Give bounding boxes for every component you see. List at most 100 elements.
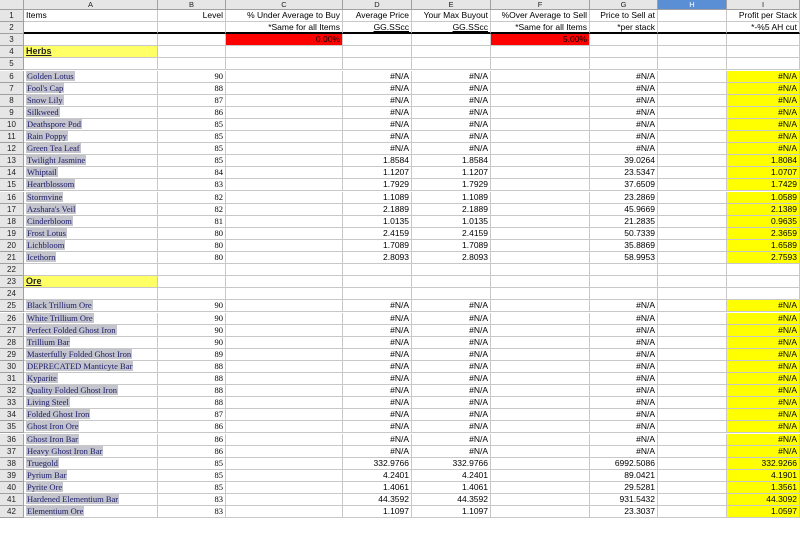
- cell[interactable]: [491, 82, 590, 95]
- item-average-price[interactable]: 1.1097: [343, 506, 412, 519]
- column-header-f[interactable]: F: [491, 0, 590, 10]
- cell[interactable]: [491, 94, 590, 107]
- cell[interactable]: [226, 360, 343, 373]
- cell[interactable]: [491, 457, 590, 470]
- cell[interactable]: [658, 276, 727, 289]
- cell[interactable]: [658, 70, 727, 83]
- row-number[interactable]: 26: [0, 312, 24, 325]
- column-header-d[interactable]: D: [343, 0, 412, 10]
- cell[interactable]: [590, 276, 658, 289]
- item-average-price[interactable]: #N/A: [343, 300, 412, 313]
- cell[interactable]: [226, 143, 343, 156]
- item-level[interactable]: 88: [158, 360, 226, 373]
- cell[interactable]: [226, 324, 343, 337]
- cell[interactable]: [24, 288, 158, 301]
- cell[interactable]: [226, 312, 343, 325]
- cell[interactable]: [491, 312, 590, 325]
- cell[interactable]: [491, 70, 590, 83]
- cell[interactable]: [658, 312, 727, 325]
- cell[interactable]: [226, 494, 343, 506]
- item-name[interactable]: Ghost Iron Ore: [24, 421, 158, 434]
- item-max-buyout[interactable]: 2.8093: [412, 252, 491, 264]
- cell[interactable]: [491, 276, 590, 289]
- item-max-buyout[interactable]: 44.3592: [412, 494, 491, 506]
- item-level[interactable]: 86: [158, 433, 226, 446]
- cell[interactable]: [491, 506, 590, 519]
- cell[interactable]: [343, 58, 412, 71]
- item-profit[interactable]: #N/A: [727, 360, 800, 373]
- cell[interactable]: [658, 203, 727, 216]
- item-average-price[interactable]: #N/A: [343, 360, 412, 373]
- item-level[interactable]: 90: [158, 324, 226, 337]
- row-number[interactable]: 13: [0, 155, 24, 168]
- row-number[interactable]: 14: [0, 167, 24, 180]
- item-name[interactable]: Fool's Cap: [24, 82, 158, 95]
- cell[interactable]: [590, 58, 658, 71]
- row-number[interactable]: 10: [0, 118, 24, 131]
- row-number[interactable]: 5: [0, 58, 24, 71]
- header-h[interactable]: [658, 10, 727, 22]
- item-sell-price[interactable]: 89.0421: [590, 469, 658, 482]
- row-number[interactable]: 22: [0, 264, 24, 277]
- cell[interactable]: [491, 191, 590, 204]
- cell[interactable]: [226, 191, 343, 204]
- item-name[interactable]: Rain Poppy: [24, 131, 158, 143]
- row-number[interactable]: 16: [0, 191, 24, 204]
- cell[interactable]: [412, 276, 491, 289]
- cell[interactable]: [658, 409, 727, 422]
- item-sell-price[interactable]: #N/A: [590, 82, 658, 95]
- over-percent-input[interactable]: 5.00%: [491, 34, 590, 47]
- header-max-buyout[interactable]: Your Max Buyout: [412, 10, 491, 22]
- header-profit-per-stack[interactable]: Profit per Stack: [727, 10, 800, 22]
- item-profit[interactable]: #N/A: [727, 94, 800, 107]
- item-name[interactable]: Whiptail: [24, 167, 158, 180]
- cell[interactable]: [727, 264, 800, 277]
- item-name[interactable]: White Trillium Ore: [24, 312, 158, 325]
- item-sell-price[interactable]: 29.5281: [590, 481, 658, 494]
- cell[interactable]: [158, 58, 226, 71]
- item-max-buyout[interactable]: 1.1207: [412, 167, 491, 180]
- item-level[interactable]: 82: [158, 191, 226, 204]
- cell[interactable]: [491, 348, 590, 361]
- row-number[interactable]: 7: [0, 82, 24, 95]
- cell[interactable]: [491, 58, 590, 71]
- item-name[interactable]: Elementium Ore: [24, 506, 158, 519]
- cell[interactable]: [226, 385, 343, 398]
- item-average-price[interactable]: #N/A: [343, 94, 412, 107]
- cell[interactable]: [491, 360, 590, 373]
- item-max-buyout[interactable]: 2.1889: [412, 203, 491, 216]
- item-level[interactable]: 83: [158, 506, 226, 519]
- header-level[interactable]: [158, 22, 226, 35]
- cell[interactable]: [412, 264, 491, 277]
- item-profit[interactable]: #N/A: [727, 82, 800, 95]
- cell[interactable]: [226, 167, 343, 180]
- item-max-buyout[interactable]: #N/A: [412, 360, 491, 373]
- item-max-buyout[interactable]: #N/A: [412, 118, 491, 131]
- cell[interactable]: [590, 46, 658, 59]
- header-level[interactable]: Level: [158, 10, 226, 22]
- item-name[interactable]: Quality Folded Ghost Iron: [24, 385, 158, 398]
- column-header-c[interactable]: C: [226, 0, 343, 10]
- item-sell-price[interactable]: 23.2869: [590, 191, 658, 204]
- row-number[interactable]: 35: [0, 421, 24, 434]
- row-number[interactable]: 3: [0, 34, 24, 47]
- cell[interactable]: [226, 215, 343, 228]
- item-average-price[interactable]: #N/A: [343, 82, 412, 95]
- item-level[interactable]: 85: [158, 155, 226, 168]
- cell[interactable]: [491, 46, 590, 59]
- item-max-buyout[interactable]: 1.1097: [412, 506, 491, 519]
- item-average-price[interactable]: #N/A: [343, 324, 412, 337]
- cell[interactable]: [658, 94, 727, 107]
- cell[interactable]: [658, 469, 727, 482]
- cell[interactable]: [158, 264, 226, 277]
- item-profit[interactable]: 1.8084: [727, 155, 800, 168]
- item-sell-price[interactable]: #N/A: [590, 433, 658, 446]
- row-number[interactable]: 36: [0, 433, 24, 446]
- row-number[interactable]: 9: [0, 106, 24, 119]
- item-sell-price[interactable]: #N/A: [590, 348, 658, 361]
- cell[interactable]: [343, 264, 412, 277]
- item-average-price[interactable]: 1.7089: [343, 239, 412, 252]
- item-max-buyout[interactable]: #N/A: [412, 385, 491, 398]
- cell[interactable]: [658, 227, 727, 240]
- item-profit[interactable]: 1.0589: [727, 191, 800, 204]
